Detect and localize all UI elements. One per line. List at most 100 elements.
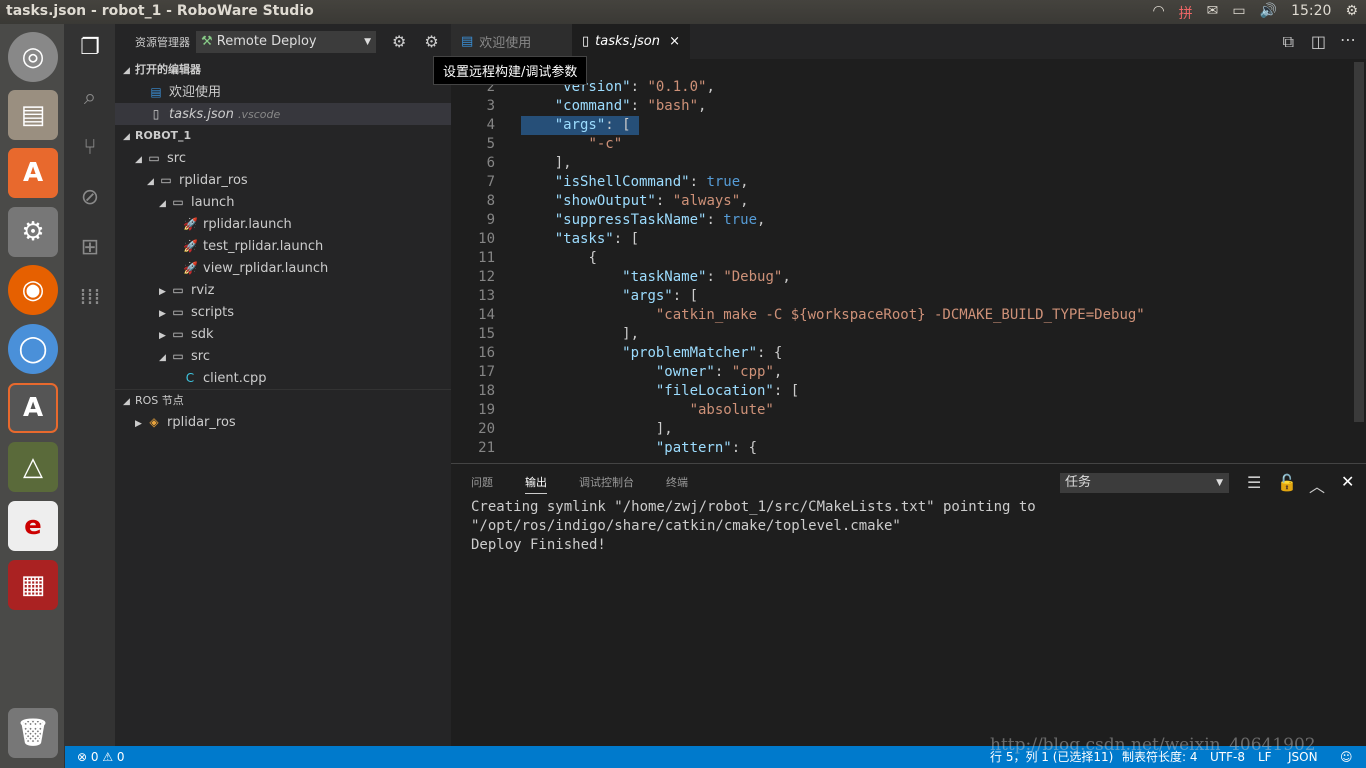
code-token: ,: [698, 98, 707, 114]
tree-item[interactable]: ◢ ▭ launch: [115, 191, 451, 213]
tab-welcome[interactable]: ▤ 欢迎使用: [451, 24, 572, 59]
software-center-icon[interactable]: A: [8, 148, 58, 198]
code-line: 16 "problemMatcher": {: [451, 344, 1366, 363]
code-token: : [: [672, 288, 699, 304]
firefox-icon[interactable]: ◉: [8, 265, 58, 315]
twistie-icon[interactable]: ◢: [147, 171, 159, 193]
code-token: : {: [757, 345, 783, 361]
roboware-updater-icon[interactable]: A: [8, 383, 58, 433]
tree-item[interactable]: 🚀 test_rplidar.launch: [115, 235, 451, 257]
open-editor-tasks-json[interactable]: ▯ tasks.json .vscode: [115, 103, 451, 125]
twistie-icon[interactable]: ▶: [159, 325, 171, 347]
problems-indicator[interactable]: ⊗ 0 ⚠ 0: [77, 746, 125, 768]
tree-item[interactable]: ◢ ▭ rplidar_ros: [115, 169, 451, 191]
tree-item[interactable]: ▶ ▭ rviz: [115, 279, 451, 301]
line-number: 13: [478, 288, 495, 304]
ros-nodes-section[interactable]: ◢ ROS 节点: [115, 389, 451, 411]
more-actions-icon[interactable]: ⋯: [1340, 30, 1356, 49]
volume-icon[interactable]: 🔊: [1260, 3, 1277, 23]
twistie-icon[interactable]: ▶: [159, 281, 171, 303]
code-token: :: [706, 212, 724, 228]
tab-tasks-json[interactable]: ▯ tasks.json ×: [572, 24, 690, 59]
code-token: :: [706, 269, 724, 285]
code-line: 19 "absolute": [451, 401, 1366, 420]
trash-icon[interactable]: 🗑: [8, 708, 58, 758]
code-token: : [: [605, 117, 631, 133]
settings-icon[interactable]: ⚙: [1345, 3, 1358, 23]
clock[interactable]: 15:20: [1291, 3, 1331, 23]
terminal-icon[interactable]: ▦: [8, 560, 58, 610]
battery-icon[interactable]: ▭: [1232, 3, 1245, 23]
code-line: 2 "version": "0.1.0",: [451, 78, 1366, 97]
window-title: tasks.json - robot_1 - RoboWare Studio: [6, 3, 314, 19]
close-panel-icon[interactable]: ✕: [1341, 472, 1354, 491]
line-number: 8: [486, 193, 495, 209]
split-editor-icon[interactable]: ◫: [1311, 32, 1326, 51]
code-line: 3 "command": "bash",: [451, 97, 1366, 116]
output-channel-select[interactable]: 任务 ▼: [1060, 473, 1229, 493]
wifi-icon[interactable]: ◠: [1152, 3, 1164, 23]
maximize-panel-icon[interactable]: ︿: [1309, 473, 1325, 497]
tab-problems[interactable]: 问题: [471, 474, 493, 490]
files-icon[interactable]: ▤: [8, 90, 58, 140]
code-line: 20 ],: [451, 420, 1366, 439]
gear-icon[interactable]: ⚙: [392, 32, 406, 51]
tab-output[interactable]: 输出: [525, 474, 547, 494]
tab-debug-console[interactable]: 调试控制台: [579, 474, 634, 490]
code-line: 8 "showOutput": "always",: [451, 192, 1366, 211]
app-triangle-icon[interactable]: △: [8, 442, 58, 492]
ubuntu-dash-icon[interactable]: ◎: [8, 32, 58, 82]
open-editor-welcome[interactable]: ▤ 欢迎使用: [115, 81, 451, 103]
input-method-icon[interactable]: 拼: [1179, 3, 1193, 23]
system-settings-icon[interactable]: ⚙: [8, 207, 58, 257]
open-changes-icon[interactable]: ⧉: [1283, 32, 1294, 52]
twistie-icon[interactable]: ◢: [159, 347, 171, 369]
deploy-select[interactable]: ⚒ Remote Deploy ▼: [196, 30, 376, 53]
tree-item[interactable]: ▶ ▭ sdk: [115, 323, 451, 345]
twistie-icon[interactable]: ◢: [135, 149, 147, 171]
tab-terminal[interactable]: 终端: [666, 474, 688, 490]
debug-icon[interactable]: ⊘: [78, 186, 102, 210]
more-icon[interactable]: ⁞⁞⁞: [78, 286, 102, 310]
code-token: "fileLocation": [655, 383, 774, 399]
project-section[interactable]: ◢ ROBOT_1: [115, 125, 451, 147]
tree-item[interactable]: Cclient.cpp: [115, 367, 451, 389]
code-token: true: [723, 212, 758, 228]
code-area[interactable]: 2 "version": "0.1.0", 3 "command": "bash"…: [451, 78, 1366, 458]
tree-item[interactable]: ◢ ▭ src: [115, 345, 451, 367]
twistie-icon[interactable]: ▶: [159, 303, 171, 325]
source-control-icon[interactable]: ⑂: [78, 136, 102, 160]
mail-icon[interactable]: ✉: [1207, 3, 1219, 23]
extensions-icon[interactable]: ⊞: [78, 236, 102, 260]
tab-bar: ▤ 欢迎使用 ▯ tasks.json × ⧉ ◫ ⋯: [451, 24, 1366, 59]
tree-item[interactable]: ◢ ▭ src: [115, 147, 451, 169]
folder-icon: ▭: [148, 151, 160, 165]
explorer-icon[interactable]: ❐: [78, 36, 102, 60]
code-line: 14 "catkin_make -C ${workspaceRoot} -DCM…: [451, 306, 1366, 325]
open-editors-section[interactable]: ◢ 打开的编辑器: [115, 59, 451, 81]
tree-item[interactable]: ▶ ▭ scripts: [115, 301, 451, 323]
editor-scrollbar[interactable]: [1354, 62, 1364, 422]
remote-settings-icon[interactable]: ⚙: [424, 32, 438, 51]
feedback-smiley-icon[interactable]: ☺: [1340, 746, 1353, 768]
ros-node-item[interactable]: ▶ ◈ rplidar_ros: [115, 411, 451, 433]
tree-item[interactable]: 🚀 view_rplidar.launch: [115, 257, 451, 279]
twistie-icon[interactable]: ◢: [159, 193, 171, 215]
lock-scroll-icon[interactable]: 🔓: [1277, 473, 1297, 492]
folder-icon: ▭: [172, 195, 184, 209]
document-viewer-icon[interactable]: e: [8, 501, 58, 551]
close-icon[interactable]: ×: [669, 34, 680, 49]
clear-output-icon[interactable]: ☰: [1247, 473, 1261, 492]
code-token: "command": [554, 98, 631, 114]
tree-item[interactable]: 🚀 rplidar.launch: [115, 213, 451, 235]
chromium-icon[interactable]: ◯: [8, 324, 58, 374]
file-icon: ▯: [582, 34, 590, 49]
line-number: 12: [478, 269, 495, 285]
code-token: "suppressTaskName": [554, 212, 707, 228]
tooltip: 设置远程构建/调试参数: [433, 56, 588, 85]
search-icon[interactable]: ⌕: [78, 86, 102, 110]
